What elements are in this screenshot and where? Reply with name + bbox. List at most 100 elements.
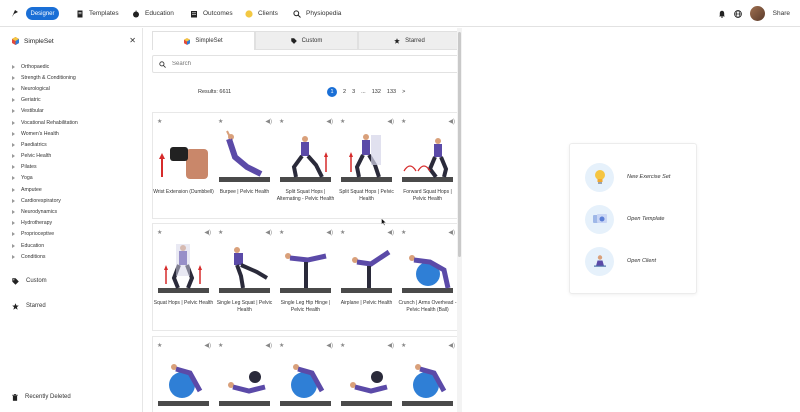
speaker-icon[interactable]: ◀) xyxy=(326,342,333,349)
speaker-icon[interactable]: ◀) xyxy=(265,342,272,349)
star-icon[interactable]: ★ xyxy=(157,229,162,236)
sidebar-category-item[interactable]: Cardiorespiratory xyxy=(12,195,137,206)
speaker-icon[interactable]: ◀) xyxy=(204,342,211,349)
page-button[interactable]: 132 xyxy=(372,89,381,95)
sidebar-category-item[interactable]: Women's Health xyxy=(12,128,137,139)
sidebar-category-item[interactable]: Conditions xyxy=(12,251,137,262)
star-icon[interactable]: ★ xyxy=(279,342,284,349)
search-input[interactable] xyxy=(172,61,452,67)
sidebar-category-item[interactable]: Pelvic Health xyxy=(12,151,137,162)
expand-arrow-icon[interactable] xyxy=(12,131,15,136)
tab-custom[interactable]: Custom xyxy=(255,31,358,50)
expand-arrow-icon[interactable] xyxy=(12,221,15,226)
star-icon[interactable]: ★ xyxy=(218,342,223,349)
star-icon[interactable]: ★ xyxy=(218,229,223,236)
star-icon[interactable]: ★ xyxy=(157,118,162,125)
speaker-icon[interactable]: ◀) xyxy=(448,118,455,125)
sidebar-item-starred[interactable]: Starred xyxy=(12,301,46,311)
exercise-card[interactable]: ★ ◀) xyxy=(214,337,275,412)
expand-arrow-icon[interactable] xyxy=(12,64,15,69)
close-icon[interactable]: ✕ xyxy=(129,36,136,45)
expand-arrow-icon[interactable] xyxy=(12,75,15,80)
sidebar-category-item[interactable]: Pilates xyxy=(12,162,137,173)
expand-arrow-icon[interactable] xyxy=(12,232,15,237)
expand-arrow-icon[interactable] xyxy=(12,243,15,248)
speaker-icon[interactable]: ◀) xyxy=(448,342,455,349)
designer-button[interactable]: Designer xyxy=(26,7,59,20)
sidebar-category-item[interactable]: Hydrotherapy xyxy=(12,218,137,229)
scrollbar-thumb[interactable] xyxy=(458,32,461,257)
speaker-icon[interactable]: ◀) xyxy=(387,229,394,236)
app-logo-icon[interactable] xyxy=(11,9,19,18)
page-button[interactable]: > xyxy=(402,89,405,95)
sidebar-item-recently-deleted[interactable]: Recently Deleted xyxy=(12,392,71,402)
expand-arrow-icon[interactable] xyxy=(12,142,15,147)
expand-arrow-icon[interactable] xyxy=(12,198,15,203)
star-icon[interactable]: ★ xyxy=(279,229,284,236)
tab-starred[interactable]: Starred xyxy=(358,31,461,50)
speaker-icon[interactable]: ◀) xyxy=(326,229,333,236)
avatar[interactable] xyxy=(749,6,765,21)
star-icon[interactable]: ★ xyxy=(340,229,345,236)
speaker-icon[interactable]: ◀) xyxy=(265,118,272,125)
speaker-icon[interactable]: ◀) xyxy=(265,229,272,236)
exercise-card[interactable]: ★ ◀) Crunch | Arms Overhead - Pelvic Healt… xyxy=(397,224,458,330)
sidebar-category-item[interactable]: Neurodynamics xyxy=(12,206,137,217)
speaker-icon[interactable]: ◀) xyxy=(448,229,455,236)
expand-arrow-icon[interactable] xyxy=(12,98,15,103)
exercise-card[interactable]: ★ ◀) xyxy=(397,337,458,412)
tab-simpleset[interactable]: SimpleSet xyxy=(152,31,255,50)
exercise-card[interactable]: ★ ◀) Burpee | Pelvic Health xyxy=(214,113,275,218)
nav-templates[interactable]: Templates xyxy=(76,8,119,19)
exercise-card[interactable]: ★ Wrist Extension (Dumbbell) xyxy=(153,113,214,218)
open-client-button[interactable]: Open Client xyxy=(585,246,695,276)
exercise-card[interactable]: ★ ◀) Forward Squat Hops | Pelvic Health xyxy=(397,113,458,218)
sidebar-category-item[interactable]: Geriatric xyxy=(12,95,137,106)
expand-arrow-icon[interactable] xyxy=(12,109,15,114)
nav-physiopedia[interactable]: Physiopedia xyxy=(293,8,341,19)
sidebar-category-item[interactable]: Strength & Conditioning xyxy=(12,72,137,83)
star-icon[interactable]: ★ xyxy=(340,342,345,349)
nav-education[interactable]: Education xyxy=(132,8,174,19)
speaker-icon[interactable]: ◀) xyxy=(326,118,333,125)
bell-icon[interactable] xyxy=(718,10,726,18)
open-template-button[interactable]: Open Template xyxy=(585,204,695,234)
new-exercise-set-button[interactable]: New Exercise Set xyxy=(585,162,695,192)
exercise-card[interactable]: ★ ◀) Split Squat Hops | Pelvic Health xyxy=(336,113,397,218)
expand-arrow-icon[interactable] xyxy=(12,120,15,125)
page-button[interactable]: 3 xyxy=(352,89,355,95)
exercise-card[interactable]: ★ ◀) xyxy=(336,337,397,412)
sidebar-category-item[interactable]: Proprioceptive xyxy=(12,229,137,240)
expand-arrow-icon[interactable] xyxy=(12,86,15,91)
sidebar-category-item[interactable]: Orthopaedic xyxy=(12,61,137,72)
speaker-icon[interactable]: ◀) xyxy=(204,229,211,236)
sidebar-category-item[interactable]: Paediatrics xyxy=(12,139,137,150)
sidebar-category-item[interactable]: Vestibular xyxy=(12,106,137,117)
scrollbar[interactable] xyxy=(457,28,462,412)
sidebar-item-custom[interactable]: Custom xyxy=(12,276,47,286)
expand-arrow-icon[interactable] xyxy=(12,176,15,181)
star-icon[interactable]: ★ xyxy=(218,118,223,125)
expand-arrow-icon[interactable] xyxy=(12,154,15,159)
globe-icon[interactable] xyxy=(733,9,742,18)
exercise-card[interactable]: ★ ◀) Squat Hops | Pelvic Health xyxy=(153,224,214,330)
exercise-card[interactable]: ★ ◀) xyxy=(153,337,214,412)
page-button[interactable]: 2 xyxy=(343,89,346,95)
expand-arrow-icon[interactable] xyxy=(12,165,15,170)
sidebar-category-item[interactable]: Amputee xyxy=(12,184,137,195)
exercise-card[interactable]: ★ ◀) Split Squat Hops | Alternating - Pelv… xyxy=(275,113,336,218)
exercise-card[interactable]: ★ ◀) Airplane | Pelvic Health xyxy=(336,224,397,330)
speaker-icon[interactable]: ◀) xyxy=(387,118,394,125)
exercise-card[interactable]: ★ ◀) Single Leg Squat | Pelvic Health xyxy=(214,224,275,330)
sidebar-category-item[interactable]: Education xyxy=(12,240,137,251)
page-button-current[interactable]: 1 xyxy=(327,87,337,97)
star-icon[interactable]: ★ xyxy=(340,118,345,125)
star-icon[interactable]: ★ xyxy=(401,342,406,349)
sidebar-category-item[interactable]: Vocational Rehabilitation xyxy=(12,117,137,128)
exercise-card[interactable]: ★ ◀) Single Leg Hip Hinge | Pelvic Health xyxy=(275,224,336,330)
exercise-card[interactable]: ★ ◀) xyxy=(275,337,336,412)
expand-arrow-icon[interactable] xyxy=(12,254,15,259)
page-button[interactable]: 133 xyxy=(387,89,396,95)
sidebar-category-item[interactable]: Neurological xyxy=(12,83,137,94)
expand-arrow-icon[interactable] xyxy=(12,210,15,215)
